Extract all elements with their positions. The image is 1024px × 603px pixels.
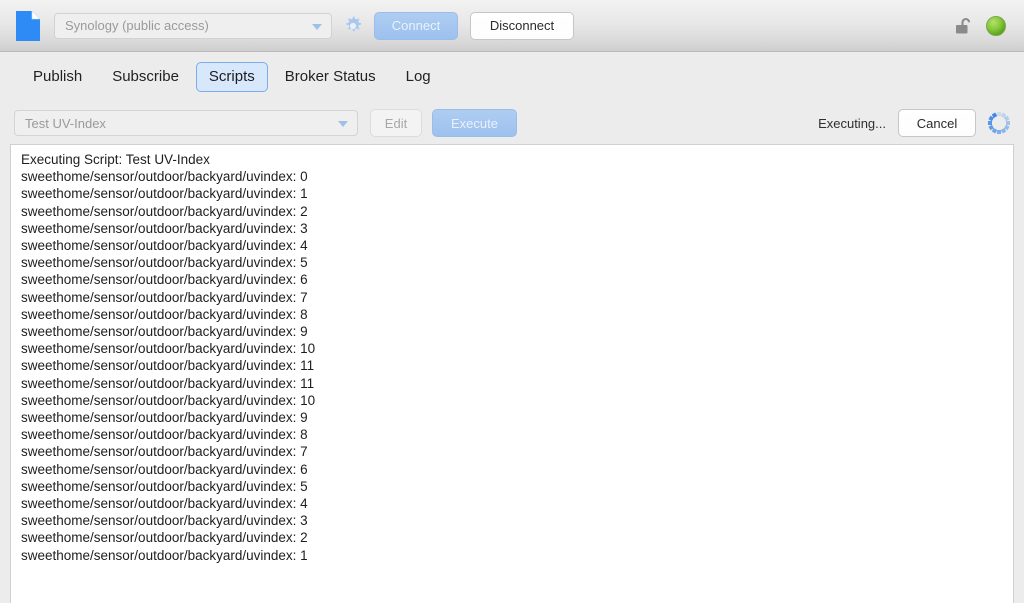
unlocked-padlock-icon <box>955 16 974 36</box>
log-line: sweethome/sensor/outdoor/backyard/uvinde… <box>21 444 308 460</box>
log-line: sweethome/sensor/outdoor/backyard/uvinde… <box>21 392 316 408</box>
tab-subscribe[interactable]: Subscribe <box>99 62 192 92</box>
log-line: sweethome/sensor/outdoor/backyard/uvinde… <box>21 324 308 340</box>
connect-button-label: Connect <box>391 18 441 33</box>
broker-select[interactable]: Synology (public access) <box>54 12 332 39</box>
log-line: sweethome/sensor/outdoor/backyard/uvinde… <box>21 478 308 494</box>
log-line: sweethome/sensor/outdoor/backyard/uvinde… <box>21 375 315 391</box>
connect-button[interactable]: Connect <box>374 11 458 40</box>
log-line: sweethome/sensor/outdoor/backyard/uvinde… <box>21 410 308 426</box>
titlebar: Synology (public access) Connect Disconn… <box>0 0 1024 52</box>
executing-status-label: Executing... <box>818 115 886 131</box>
disconnect-button-label: Disconnect <box>489 18 555 33</box>
document-icon <box>16 9 41 41</box>
script-select[interactable]: Test UV-Index <box>14 110 358 136</box>
gear-icon[interactable] <box>342 15 364 37</box>
log-line: sweethome/sensor/outdoor/backyard/uvinde… <box>21 220 308 236</box>
chevron-down-icon <box>338 121 348 127</box>
script-toolbar: Test UV-Index Edit Execute Executing... … <box>0 102 1024 144</box>
log-line: sweethome/sensor/outdoor/backyard/uvinde… <box>21 496 308 512</box>
execute-button-label: Execute <box>451 115 498 131</box>
disconnect-button[interactable]: Disconnect <box>470 11 574 40</box>
tab-scripts[interactable]: Scripts <box>195 62 268 92</box>
log-line: sweethome/sensor/outdoor/backyard/uvinde… <box>21 358 315 374</box>
log-line: sweethome/sensor/outdoor/backyard/uvinde… <box>21 186 308 202</box>
chevron-down-icon <box>312 23 322 30</box>
log-line: sweethome/sensor/outdoor/backyard/uvinde… <box>21 530 308 546</box>
tab-log[interactable]: Log <box>393 62 444 92</box>
busy-spinner-icon <box>988 112 1010 134</box>
log-line: sweethome/sensor/outdoor/backyard/uvinde… <box>21 461 308 477</box>
cancel-button-label: Cancel <box>916 115 958 131</box>
script-status-group: Executing... Cancel <box>818 109 1010 137</box>
log-line: sweethome/sensor/outdoor/backyard/uvinde… <box>21 341 316 357</box>
spinner-dot <box>997 130 1001 134</box>
titlebar-status-group <box>955 15 1012 36</box>
tab-scripts-label: Scripts <box>208 68 255 85</box>
execute-button[interactable]: Execute <box>432 109 517 137</box>
cancel-button[interactable]: Cancel <box>898 109 976 137</box>
broker-select-value: Synology (public access) <box>65 18 209 33</box>
connection-status-light <box>986 15 1006 36</box>
tab-broker-status[interactable]: Broker Status <box>272 62 389 92</box>
tab-publish-label: Publish <box>33 68 83 85</box>
edit-button[interactable]: Edit <box>370 109 422 137</box>
log-line: sweethome/sensor/outdoor/backyard/uvinde… <box>21 203 308 219</box>
tab-broker-status-label: Broker Status <box>284 68 376 85</box>
script-output-textarea[interactable]: Executing Script: Test UV-Index sweethome… <box>10 144 1014 603</box>
tab-publish[interactable]: Publish <box>20 62 95 92</box>
tab-log-label: Log <box>405 68 431 85</box>
log-line: sweethome/sensor/outdoor/backyard/uvinde… <box>21 289 308 305</box>
log-line: sweethome/sensor/outdoor/backyard/uvinde… <box>21 169 308 185</box>
edit-button-label: Edit <box>384 115 408 131</box>
log-line: Executing Script: Test UV-Index <box>21 152 210 167</box>
log-line: sweethome/sensor/outdoor/backyard/uvinde… <box>21 255 308 271</box>
spinner-dot <box>988 121 992 125</box>
log-line: sweethome/sensor/outdoor/backyard/uvinde… <box>21 547 308 563</box>
log-line: sweethome/sensor/outdoor/backyard/uvinde… <box>21 272 308 288</box>
tab-bar: Publish Subscribe Scripts Broker Status … <box>0 52 1024 102</box>
app-window: Synology (public access) Connect Disconn… <box>0 0 1024 603</box>
log-line: sweethome/sensor/outdoor/backyard/uvinde… <box>21 513 308 529</box>
tab-subscribe-label: Subscribe <box>112 68 179 85</box>
script-select-value: Test UV-Index <box>25 115 106 131</box>
log-line: sweethome/sensor/outdoor/backyard/uvinde… <box>21 427 308 443</box>
log-line: sweethome/sensor/outdoor/backyard/uvinde… <box>21 238 308 254</box>
log-line: sweethome/sensor/outdoor/backyard/uvinde… <box>21 306 308 322</box>
